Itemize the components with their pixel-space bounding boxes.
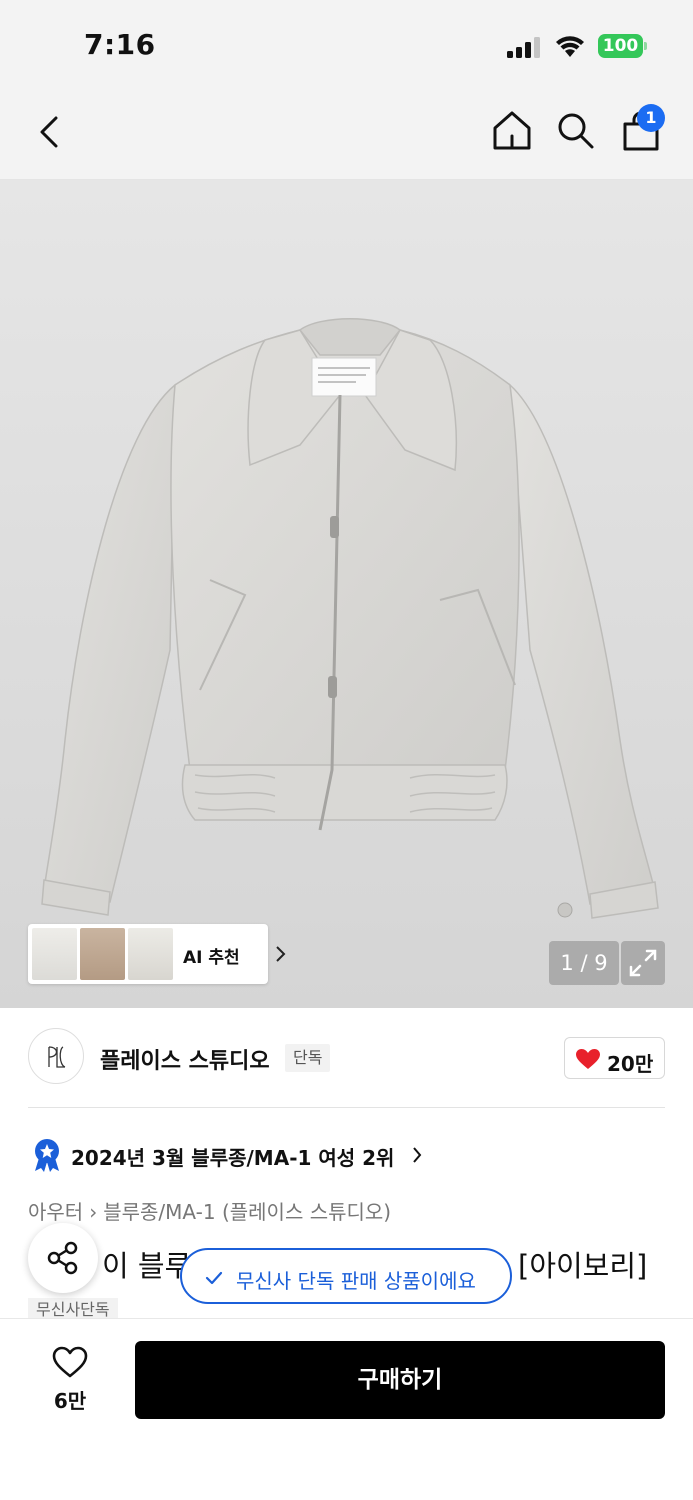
top-navigation: 1 bbox=[0, 88, 693, 180]
expand-icon bbox=[629, 949, 657, 977]
brand-row: 플레이스 스튜디오 단독 20만 bbox=[0, 1008, 693, 1108]
breadcrumb-category[interactable]: 아우터 bbox=[28, 1200, 83, 1224]
exclusive-badge: 단독 bbox=[285, 1044, 331, 1072]
brand-like-count: 20만 bbox=[607, 1052, 654, 1076]
product-image-gallery[interactable]: AI 추천 1 / 9 bbox=[0, 180, 693, 1008]
share-icon bbox=[47, 1241, 78, 1275]
image-counter: 1 / 9 bbox=[549, 941, 619, 985]
breadcrumb: 아우터 › 블루종/MA-1 (플레이스 스튜디오) bbox=[28, 1196, 391, 1225]
product-jacket-image bbox=[41, 318, 659, 919]
ai-thumb-brown bbox=[80, 928, 125, 980]
status-bar: 7:16 100 bbox=[0, 0, 693, 88]
cart-count-badge: 1 bbox=[637, 104, 665, 132]
ai-thumb-ivory bbox=[32, 928, 77, 980]
bottom-action-bar: 6만 구매하기 bbox=[0, 1318, 693, 1500]
chevron-right-icon bbox=[413, 1147, 422, 1163]
home-icon[interactable] bbox=[490, 108, 534, 152]
brand-logo-mark bbox=[48, 1046, 66, 1068]
cellular-signal-icon bbox=[507, 37, 540, 58]
ai-recommend-button[interactable]: AI 추천 bbox=[28, 924, 286, 984]
brand-like-button[interactable]: 20만 bbox=[564, 1037, 665, 1079]
breadcrumb-subcategory[interactable]: 블루종/MA-1 (플레이스 스튜디오) bbox=[103, 1200, 391, 1224]
brand-logo[interactable] bbox=[28, 1028, 84, 1084]
wifi-icon bbox=[556, 36, 584, 57]
heart-filled-icon bbox=[576, 1049, 600, 1069]
ai-thumb-cream bbox=[128, 928, 173, 980]
chevron-right-icon bbox=[276, 946, 286, 962]
status-time: 7:16 bbox=[84, 28, 156, 61]
wishlist-count: 6만 bbox=[53, 1389, 87, 1413]
heart-outline-icon[interactable] bbox=[51, 1345, 89, 1379]
ai-recommend-label: AI 추천 bbox=[183, 948, 240, 968]
ranking-text: 2024년 3월 블루종/MA-1 여성 2위 bbox=[71, 1146, 395, 1170]
share-button[interactable] bbox=[28, 1223, 98, 1293]
section-divider bbox=[28, 1107, 665, 1108]
ranking-badge-icon bbox=[35, 1139, 59, 1172]
ranking-link[interactable]: 2024년 3월 블루종/MA-1 여성 2위 bbox=[28, 1138, 665, 1172]
checkmark-icon bbox=[205, 1271, 223, 1285]
search-icon[interactable] bbox=[555, 110, 597, 152]
breadcrumb-separator: › bbox=[89, 1200, 98, 1224]
battery-indicator: 100 bbox=[598, 34, 648, 58]
exclusive-toast: 무신사 단독 판매 상품이에요 bbox=[180, 1248, 512, 1304]
brand-name[interactable]: 플레이스 스튜디오 bbox=[100, 1043, 270, 1075]
fullscreen-button[interactable] bbox=[621, 941, 665, 985]
battery-level: 100 bbox=[598, 34, 643, 58]
battery-tip bbox=[644, 42, 647, 50]
back-arrow-icon[interactable] bbox=[32, 112, 68, 152]
toast-text: 무신사 단독 판매 상품이에요 bbox=[236, 1269, 476, 1293]
product-title-right: [아이보리] bbox=[518, 1249, 648, 1283]
buy-button[interactable]: 구매하기 bbox=[135, 1341, 665, 1419]
